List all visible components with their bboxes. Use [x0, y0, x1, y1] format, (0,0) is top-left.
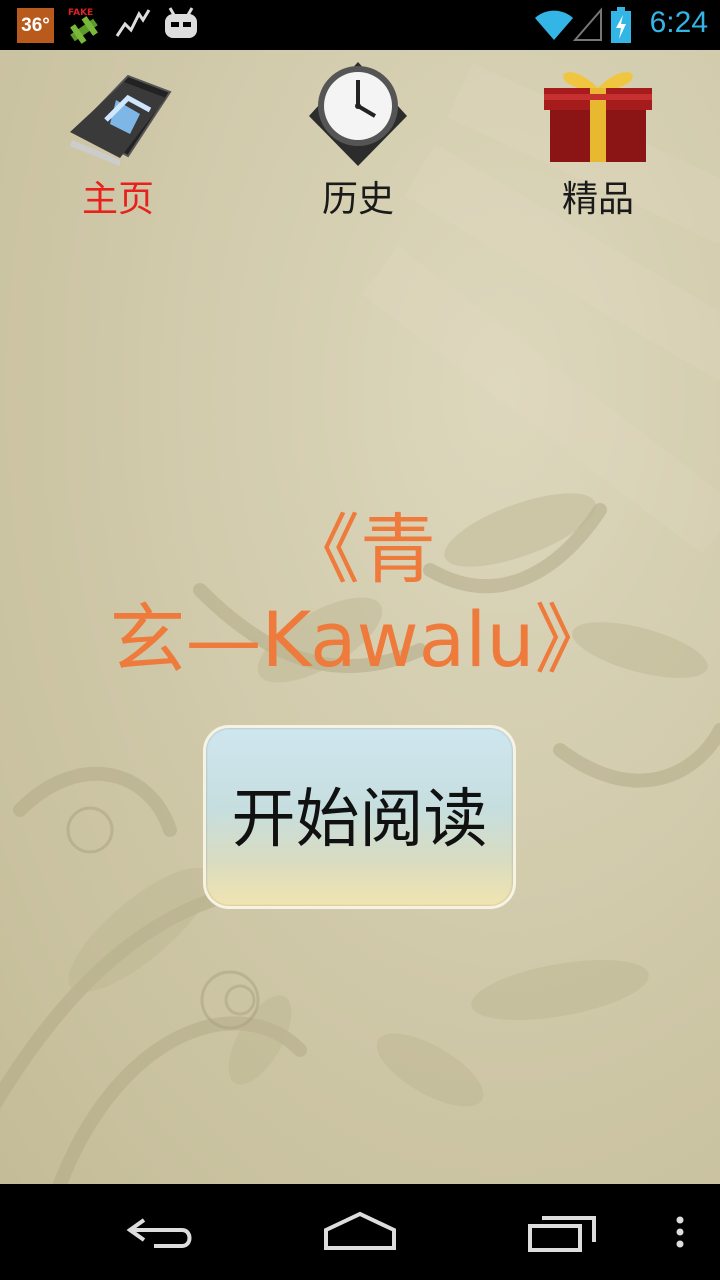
status-bar: 36° FAKE 6:24 — [0, 0, 720, 50]
android-robot-icon — [165, 7, 197, 38]
gift-box-icon — [544, 72, 652, 162]
cell-signal-icon — [573, 7, 602, 41]
recent-apps-icon[interactable] — [526, 1206, 600, 1258]
battery-charging-icon — [611, 7, 631, 43]
tab-history[interactable]: 历史 — [278, 58, 438, 223]
wifi-icon — [535, 10, 573, 40]
book-title: 《青 玄—Kawalu》 — [40, 505, 680, 685]
svg-text:FAKE: FAKE — [68, 8, 93, 18]
temperature-badge: 36° — [17, 8, 54, 43]
activity-graph-icon — [115, 9, 151, 37]
fake-gps-icon: FAKE — [68, 8, 98, 44]
start-reading-button[interactable]: 开始阅读 — [203, 725, 516, 909]
home-icon[interactable] — [322, 1206, 398, 1258]
tab-featured-label: 精品 — [561, 179, 634, 220]
app-content: 主页 历史 精品 《青 玄—Kawalu》 开始阅读 — [0, 50, 720, 1184]
tab-home[interactable]: 主页 — [38, 58, 198, 223]
tab-home-label: 主页 — [81, 179, 154, 220]
book-title-line-2: 玄—Kawalu》 — [109, 595, 611, 684]
status-time: 6:24 — [649, 6, 708, 39]
menu-icon[interactable] — [672, 1206, 688, 1258]
tab-history-label: 历史 — [321, 179, 394, 220]
clock-icon — [309, 62, 407, 166]
navigation-bar — [0, 1184, 720, 1280]
back-icon[interactable] — [124, 1206, 196, 1258]
home-book-icon — [70, 74, 172, 166]
book-title-line-1: 《青 — [284, 505, 436, 594]
tab-featured[interactable]: 精品 — [518, 58, 678, 223]
tab-bar: 主页 历史 精品 — [0, 50, 720, 230]
